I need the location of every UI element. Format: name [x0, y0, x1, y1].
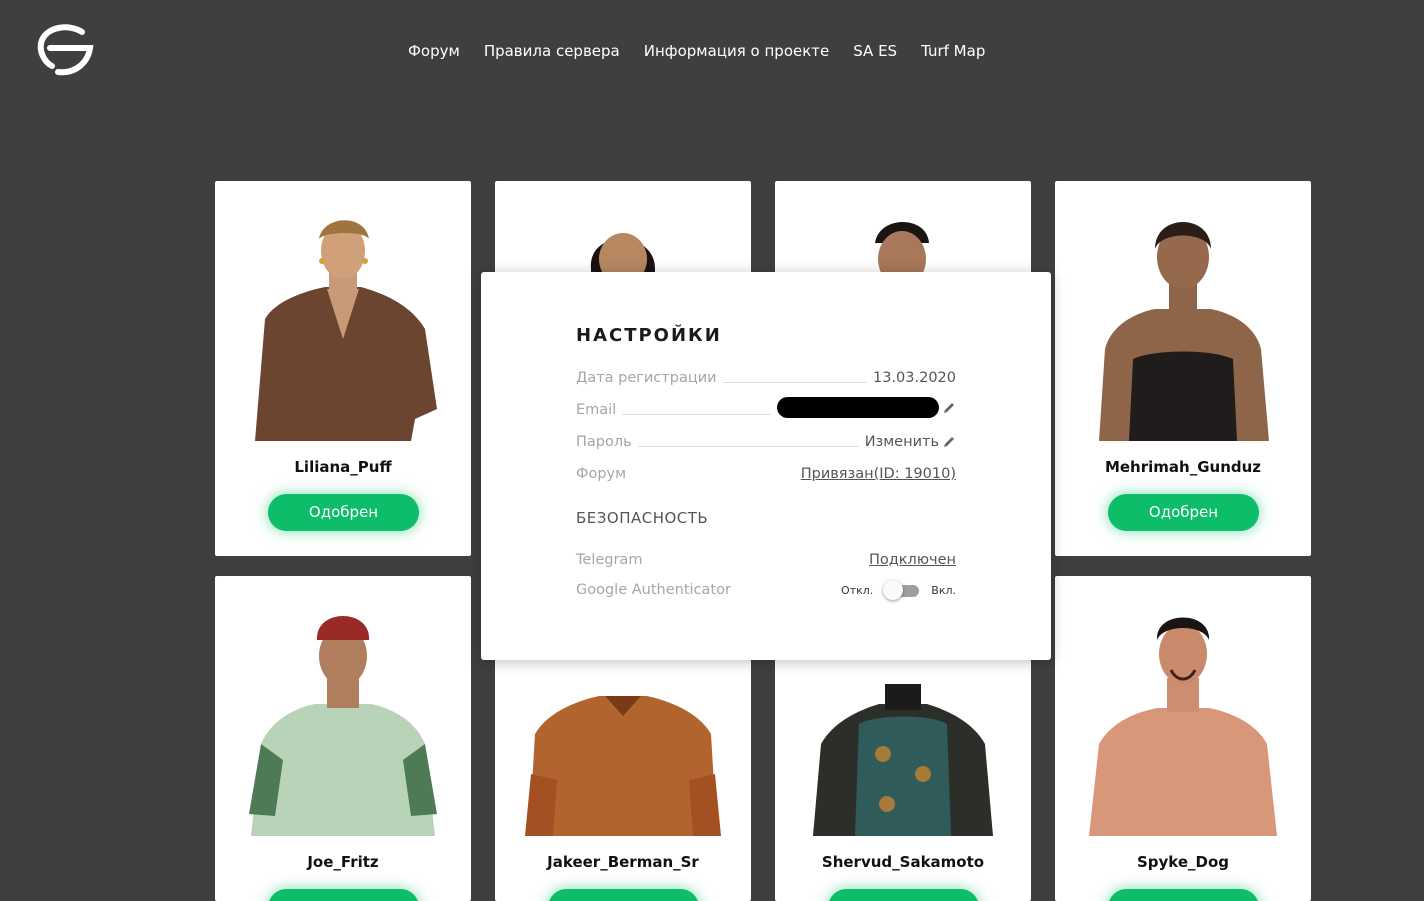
character-name: Jakeer_Berman_Sr — [547, 853, 699, 871]
nav-project-info[interactable]: Информация о проекте — [644, 42, 830, 60]
character-card[interactable]: Mehrimah_Gunduz Одобрен — [1055, 181, 1311, 556]
toggle-off-label: Откл. — [841, 583, 874, 597]
leader-line — [637, 446, 859, 447]
character-avatar — [215, 604, 471, 836]
nav-sa-es[interactable]: SA ES — [853, 42, 897, 60]
telegram-connected-link[interactable]: Подключен — [869, 552, 956, 568]
telegram-label: Telegram — [576, 552, 643, 568]
change-password-link[interactable]: Изменить — [865, 434, 939, 450]
leader-line — [722, 382, 867, 383]
status-button[interactable] — [1108, 889, 1259, 901]
status-button[interactable] — [268, 889, 419, 901]
security-section-title: БЕЗОПАСНОСТЬ — [576, 509, 709, 527]
character-name: Joe_Fritz — [307, 853, 379, 871]
settings-title: НАСТРОЙКИ — [576, 325, 722, 346]
email-label: Email — [576, 402, 617, 418]
approved-status-button[interactable]: Одобрен — [268, 494, 419, 531]
character-name: Liliana_Puff — [294, 458, 392, 476]
registration-date-label: Дата регистрации — [576, 370, 717, 386]
forum-row: Форум Привязан(ID: 19010) — [576, 462, 956, 482]
google-authenticator-label: Google Authenticator — [576, 582, 731, 598]
password-row: Пароль Изменить — [576, 430, 956, 450]
registration-date-value: 13.03.2020 — [872, 370, 956, 386]
character-card[interactable]: Spyke_Dog — [1055, 576, 1311, 901]
character-avatar — [1055, 209, 1311, 441]
google-authenticator-row: Google Authenticator Откл. Вкл. — [576, 580, 956, 600]
character-name: Shervud_Sakamoto — [821, 853, 985, 871]
status-button[interactable] — [828, 889, 979, 901]
character-avatar — [1055, 604, 1311, 836]
leader-line — [622, 414, 771, 415]
telegram-row: Telegram Подключен — [576, 548, 956, 568]
email-row: Email — [576, 397, 956, 418]
nav-turf-map[interactable]: Turf Map — [921, 42, 985, 60]
google-authenticator-toggle[interactable] — [883, 579, 921, 601]
character-card[interactable]: Joe_Fritz — [215, 576, 471, 901]
edit-email-pencil-icon[interactable] — [942, 401, 956, 415]
email-redacted — [777, 397, 939, 418]
character-card[interactable]: Liliana_Puff Одобрен — [215, 181, 471, 556]
registration-date-row: Дата регистрации 13.03.2020 — [576, 366, 956, 386]
nav-server-rules[interactable]: Правила сервера — [484, 42, 620, 60]
approved-status-button[interactable]: Одобрен — [1108, 494, 1259, 531]
edit-password-pencil-icon[interactable] — [942, 435, 956, 449]
main-nav: Форум Правила сервера Информация о проек… — [408, 42, 985, 60]
nav-forum[interactable]: Форум — [408, 42, 460, 60]
settings-modal: НАСТРОЙКИ Дата регистрации 13.03.2020 Em… — [481, 272, 1051, 660]
site-logo[interactable] — [36, 22, 94, 78]
forum-linked-link[interactable]: Привязан(ID: 19010) — [801, 466, 956, 482]
toggle-on-label: Вкл. — [931, 583, 956, 597]
status-button[interactable] — [548, 889, 699, 901]
password-label: Пароль — [576, 434, 632, 450]
character-name: Mehrimah_Gunduz — [1104, 458, 1262, 476]
toggle-knob — [883, 580, 904, 600]
character-avatar — [215, 209, 471, 441]
character-name: Spyke_Dog — [1136, 853, 1230, 871]
forum-label: Форум — [576, 466, 627, 482]
